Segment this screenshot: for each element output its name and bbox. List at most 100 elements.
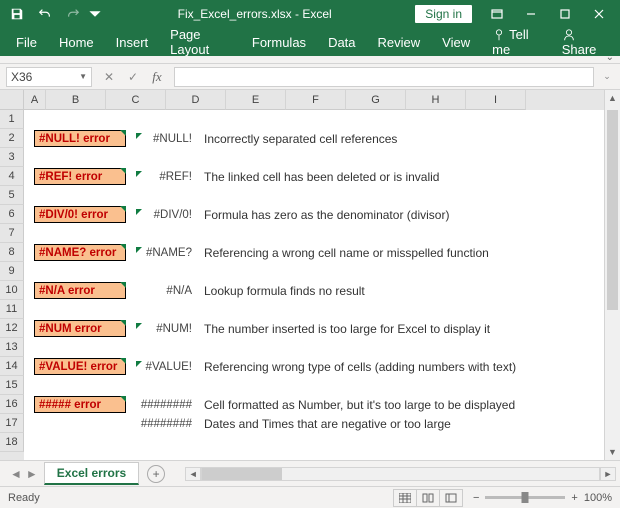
column-header[interactable]: I xyxy=(466,90,526,110)
zoom-level[interactable]: 100% xyxy=(584,492,612,504)
tab-formulas[interactable]: Formulas xyxy=(242,31,316,54)
scroll-up-icon[interactable]: ▲ xyxy=(605,90,620,106)
page-layout-view-button[interactable] xyxy=(416,489,440,507)
scroll-down-icon[interactable]: ▼ xyxy=(605,444,620,460)
tab-file[interactable]: File xyxy=(6,31,47,54)
row-header[interactable]: 8 xyxy=(0,243,24,262)
cells-area[interactable]: #NULL! error #NULL! Incorrectly separated … xyxy=(24,110,604,460)
row-header[interactable]: 9 xyxy=(0,262,24,281)
row-header[interactable]: 12 xyxy=(0,319,24,338)
error-description-cell[interactable]: Cell formatted as Number, but it's too l… xyxy=(204,398,515,412)
row-header[interactable]: 11 xyxy=(0,300,24,319)
collapse-ribbon-icon[interactable]: ⌄ xyxy=(606,52,614,63)
ribbon-collapse-strip: ⌄ xyxy=(0,56,620,64)
horizontal-scrollbar[interactable]: ◄ ► xyxy=(185,467,616,481)
error-label-cell[interactable]: #NAME? error xyxy=(34,244,126,261)
sheet-nav-prev-icon[interactable]: ◄ xyxy=(10,467,22,481)
error-code-cell[interactable]: #DIV/0! xyxy=(136,209,196,221)
error-description-cell[interactable]: The linked cell has been deleted or is i… xyxy=(204,170,439,184)
scroll-right-icon[interactable]: ► xyxy=(600,467,616,481)
error-label-cell[interactable]: #DIV/0! error xyxy=(34,206,126,223)
row-header[interactable]: 17 xyxy=(0,414,24,433)
zoom-out-button[interactable]: − xyxy=(473,492,479,504)
error-label-cell[interactable]: #NUM error xyxy=(34,320,126,337)
formula-bar: X36▼ ✕ ✓ fx ⌄ xyxy=(0,64,620,90)
row-header[interactable]: 2 xyxy=(0,129,24,148)
error-label-cell[interactable]: #VALUE! error xyxy=(34,358,126,375)
scroll-left-icon[interactable]: ◄ xyxy=(185,467,201,481)
row-header[interactable]: 13 xyxy=(0,338,24,357)
error-code-cell[interactable]: ######## xyxy=(136,399,196,411)
column-header[interactable]: E xyxy=(226,90,286,110)
row-header[interactable]: 16 xyxy=(0,395,24,414)
column-header[interactable]: C xyxy=(106,90,166,110)
name-box[interactable]: X36▼ xyxy=(6,67,92,87)
error-code-cell[interactable]: #N/A xyxy=(136,285,196,297)
worksheet-grid: 123456789101112131415161718 ABCDEFGHI #N… xyxy=(0,90,620,460)
error-code-cell[interactable]: #VALUE! xyxy=(136,361,196,373)
error-label-cell[interactable]: ##### error xyxy=(34,396,126,413)
error-description-cell[interactable]: Lookup formula finds no result xyxy=(204,284,365,298)
tab-data[interactable]: Data xyxy=(318,31,365,54)
column-header[interactable]: G xyxy=(346,90,406,110)
row-header[interactable]: 6 xyxy=(0,205,24,224)
error-label-cell[interactable]: #N/A error xyxy=(34,282,126,299)
undo-button[interactable] xyxy=(32,2,58,26)
new-sheet-button[interactable]: + xyxy=(147,465,165,483)
status-text: Ready xyxy=(8,492,40,504)
sign-in-button[interactable]: Sign in xyxy=(415,5,472,23)
zoom-in-button[interactable]: + xyxy=(571,492,577,504)
formula-input[interactable] xyxy=(174,67,594,87)
row-header[interactable]: 5 xyxy=(0,186,24,205)
column-header[interactable]: A xyxy=(24,90,46,110)
tab-home[interactable]: Home xyxy=(49,31,104,54)
row-header[interactable]: 7 xyxy=(0,224,24,243)
error-label-cell[interactable]: #REF! error xyxy=(34,168,126,185)
error-code-cell[interactable]: ######## xyxy=(136,418,196,430)
error-label-cell[interactable]: #NULL! error xyxy=(34,130,126,147)
normal-view-button[interactable] xyxy=(393,489,417,507)
error-code-cell[interactable]: #NUM! xyxy=(136,323,196,335)
expand-formula-bar-icon[interactable]: ⌄ xyxy=(600,71,614,82)
zoom-slider[interactable] xyxy=(485,496,565,499)
enter-formula-icon[interactable]: ✓ xyxy=(122,67,144,87)
error-description-cell[interactable]: Dates and Times that are negative or too… xyxy=(204,417,451,431)
sheet-nav-next-icon[interactable]: ► xyxy=(26,467,38,481)
save-button[interactable] xyxy=(4,2,30,26)
page-break-view-button[interactable] xyxy=(439,489,463,507)
ribbon-tabs: File Home Insert Page Layout Formulas Da… xyxy=(0,28,620,56)
error-description-cell[interactable]: Formula has zero as the denominator (div… xyxy=(204,208,449,222)
tab-review[interactable]: Review xyxy=(368,31,431,54)
row-header[interactable]: 10 xyxy=(0,281,24,300)
error-description-cell[interactable]: Referencing a wrong cell name or misspel… xyxy=(204,246,489,260)
cancel-formula-icon[interactable]: ✕ xyxy=(98,67,120,87)
error-description-cell[interactable]: Incorrectly separated cell references xyxy=(204,132,397,146)
row-header[interactable]: 15 xyxy=(0,376,24,395)
error-description-cell[interactable]: The number inserted is too large for Exc… xyxy=(204,322,490,336)
sheet-tab-active[interactable]: Excel errors xyxy=(44,462,139,485)
error-code-cell[interactable]: #NAME? xyxy=(136,247,196,259)
row-header[interactable]: 14 xyxy=(0,357,24,376)
row-header[interactable]: 4 xyxy=(0,167,24,186)
qat-customize-icon[interactable] xyxy=(88,2,102,26)
row-header[interactable]: 18 xyxy=(0,433,24,452)
window-title: Fix_Excel_errors.xlsx - Excel xyxy=(102,7,407,21)
select-all-corner[interactable] xyxy=(0,90,24,110)
column-header[interactable]: B xyxy=(46,90,106,110)
row-header[interactable]: 1 xyxy=(0,110,24,129)
column-header[interactable]: F xyxy=(286,90,346,110)
vertical-scrollbar[interactable]: ▲ ▼ xyxy=(604,90,620,460)
sheet-tab-bar: ◄ ► Excel errors + ◄ ► xyxy=(0,460,620,486)
quick-access-toolbar xyxy=(4,2,102,26)
scroll-thumb[interactable] xyxy=(607,110,618,310)
column-header[interactable]: D xyxy=(166,90,226,110)
insert-function-button[interactable]: fx xyxy=(146,67,168,87)
row-header[interactable]: 3 xyxy=(0,148,24,167)
tab-insert[interactable]: Insert xyxy=(106,31,159,54)
redo-button[interactable] xyxy=(60,2,86,26)
error-code-cell[interactable]: #NULL! xyxy=(136,133,196,145)
error-code-cell[interactable]: #REF! xyxy=(136,171,196,183)
error-description-cell[interactable]: Referencing wrong type of cells (adding … xyxy=(204,360,516,374)
tab-view[interactable]: View xyxy=(432,31,480,54)
column-header[interactable]: H xyxy=(406,90,466,110)
